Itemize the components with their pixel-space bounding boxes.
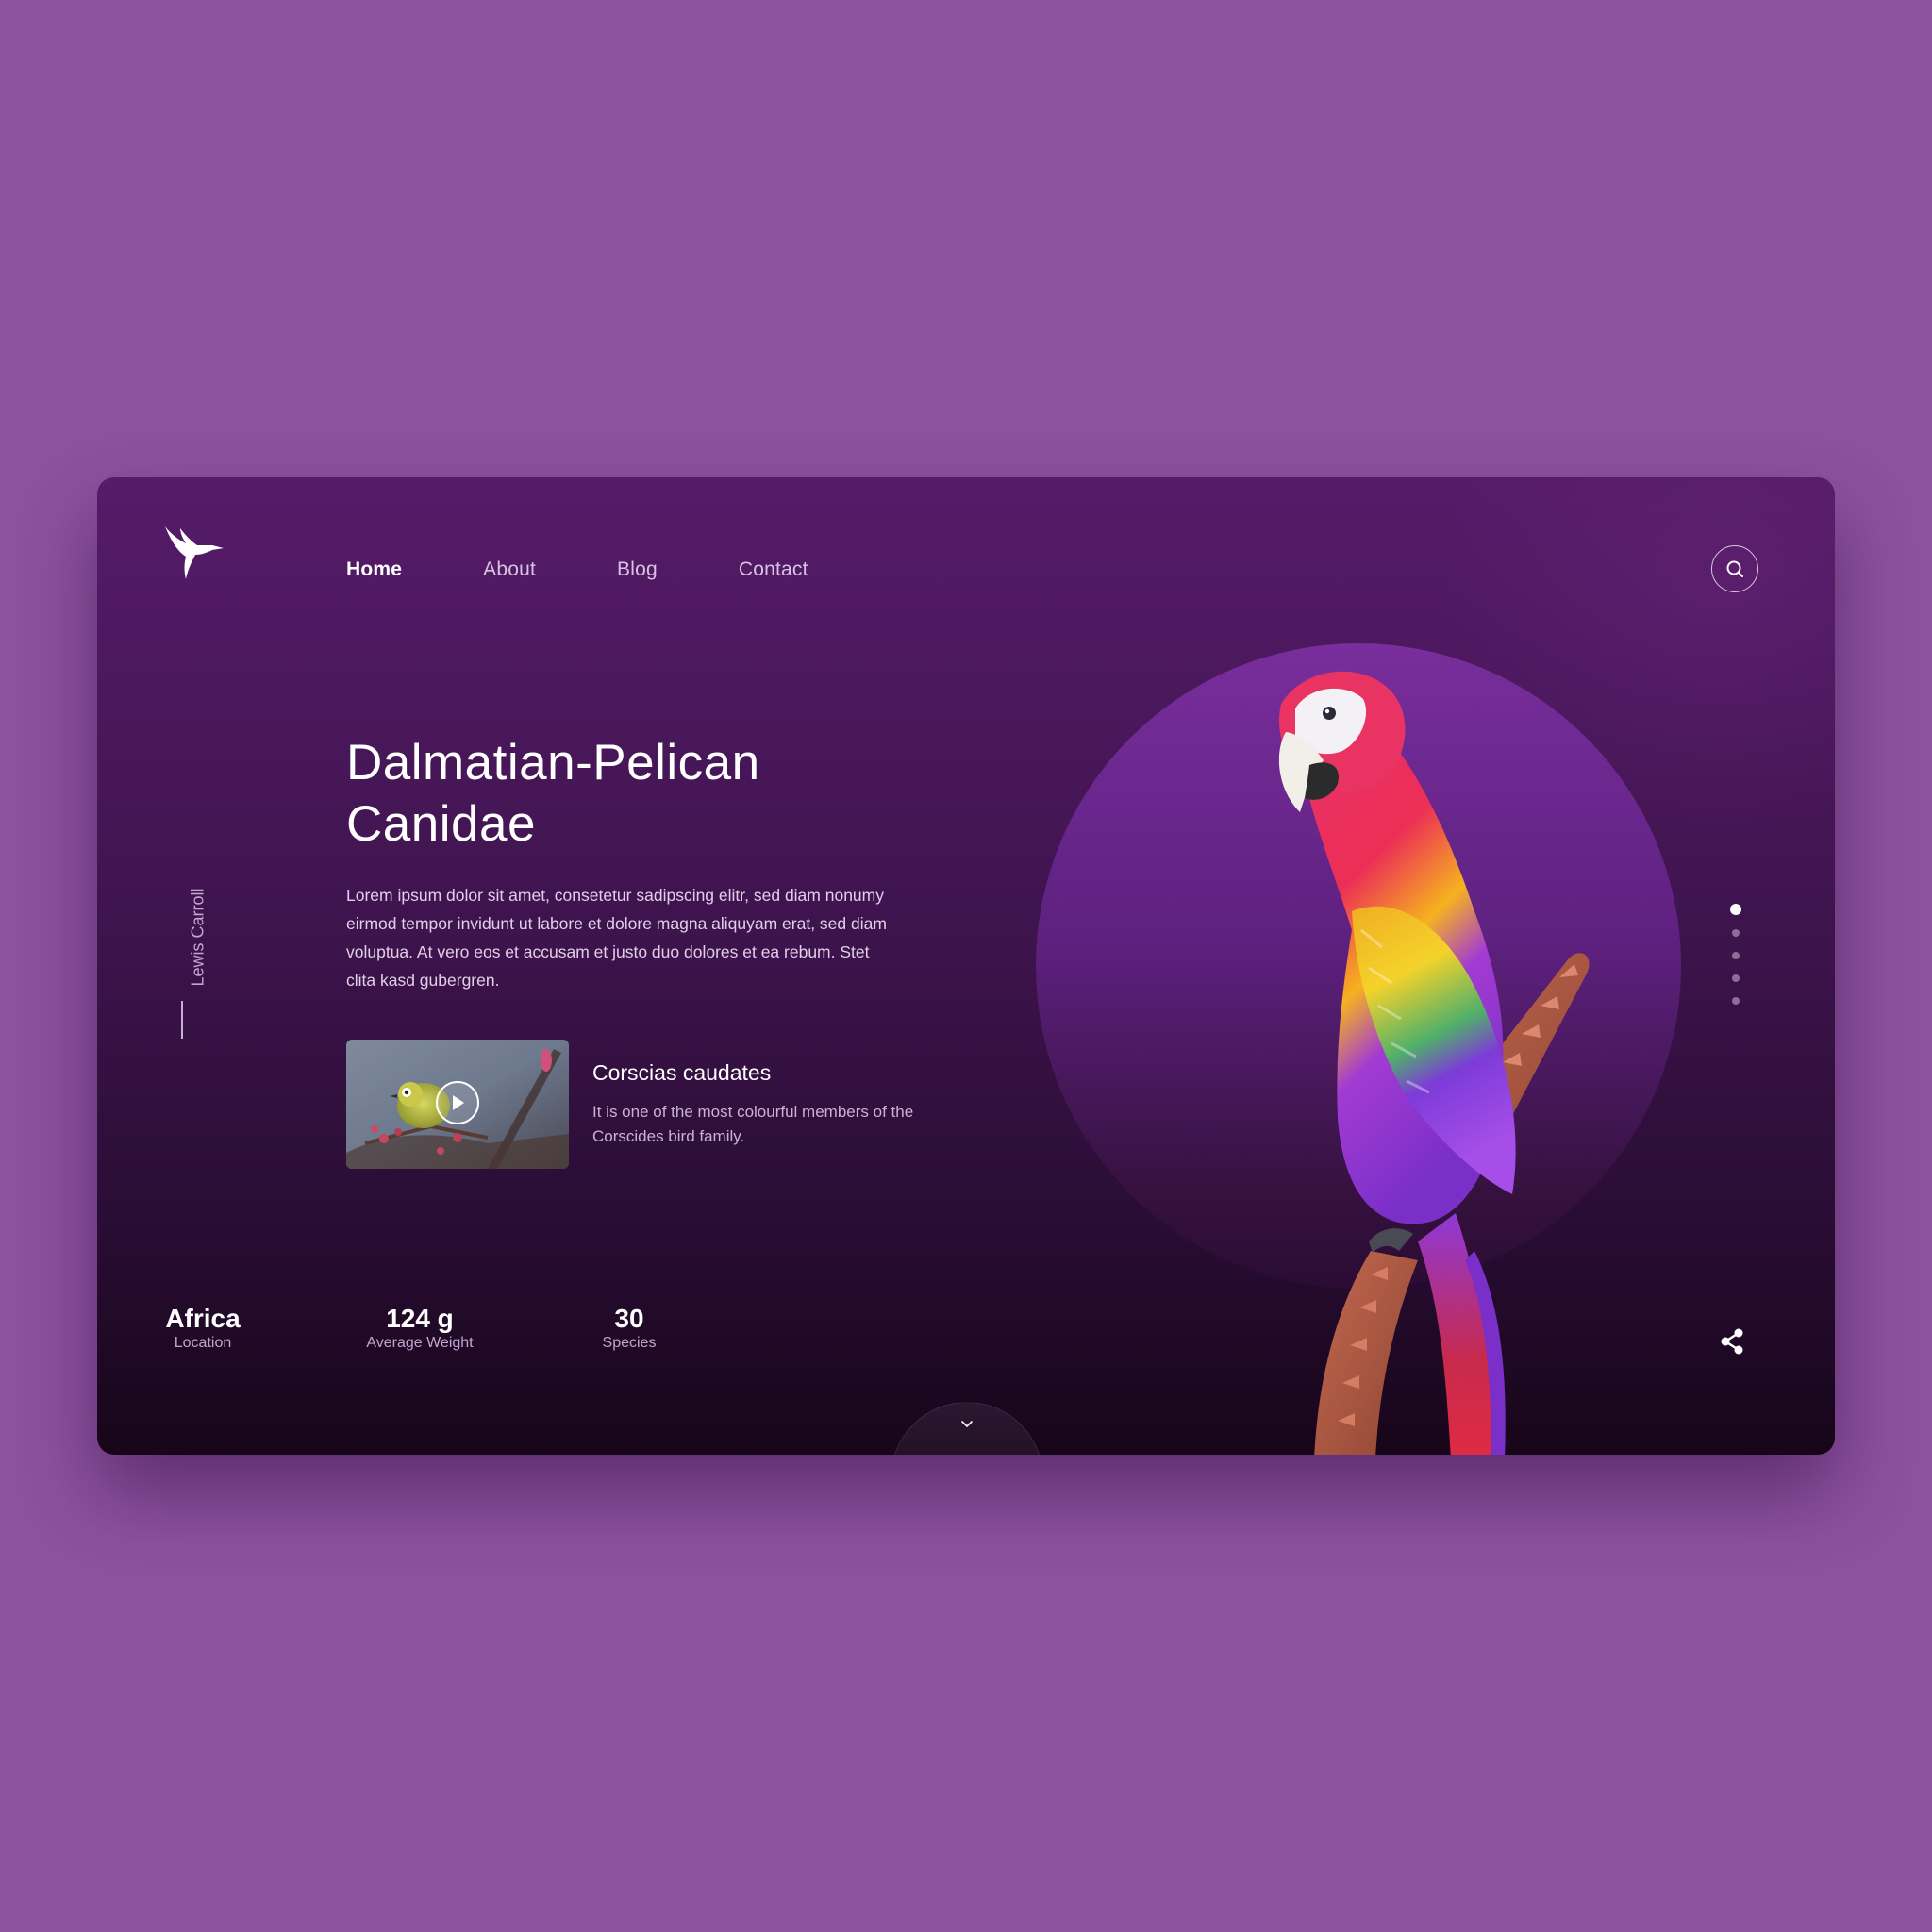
title-line-1: Dalmatian-Pelican: [346, 735, 760, 791]
author-divider: [181, 1001, 183, 1039]
share-icon: [1721, 1328, 1743, 1355]
hero-card: Home About Blog Contact Lewis Carroll Da…: [97, 477, 1835, 1455]
slider-pagination: [1729, 904, 1742, 1017]
nav-contact[interactable]: Contact: [739, 558, 808, 581]
nav-about[interactable]: About: [483, 558, 536, 581]
hummingbird-logo-icon[interactable]: [163, 525, 225, 581]
share-button[interactable]: [1720, 1328, 1744, 1355]
video-thumbnail[interactable]: [346, 1040, 569, 1169]
play-button[interactable]: [436, 1081, 479, 1124]
slider-dot-5[interactable]: [1732, 997, 1740, 1005]
play-icon: [453, 1095, 464, 1110]
stat-label: Species: [602, 1335, 657, 1351]
stat-value: Africa: [165, 1304, 241, 1333]
slider-dot-1[interactable]: [1730, 904, 1741, 915]
slider-dot-3[interactable]: [1732, 952, 1740, 959]
scroll-down-button[interactable]: [891, 1402, 1043, 1455]
title-line-2: Canidae: [346, 796, 536, 852]
slider-dot-4[interactable]: [1732, 974, 1740, 982]
stat-value: 124 g: [386, 1304, 454, 1333]
slider-dot-2[interactable]: [1732, 929, 1740, 937]
stat-location: Africa Location: [146, 1304, 259, 1353]
video-description: It is one of the most colourful members …: [592, 1103, 914, 1145]
stat-label: Average Weight: [366, 1335, 474, 1351]
main-nav: Home About Blog Contact: [346, 558, 890, 581]
stat-weight: 124 g Average Weight: [344, 1304, 495, 1353]
page-title: Dalmatian-Pelican Canidae: [346, 732, 931, 855]
hero-description: Lorem ipsum dolor sit amet, consetetur s…: [346, 886, 887, 990]
nav-home[interactable]: Home: [346, 558, 402, 581]
video-title: Corscias caudates: [592, 1060, 772, 1085]
chevron-down-icon: [961, 1421, 973, 1428]
nav-blog[interactable]: Blog: [617, 558, 658, 581]
author-name: Lewis Carroll: [188, 888, 208, 987]
stat-label: Location: [174, 1335, 232, 1351]
stat-value: 30: [614, 1304, 644, 1333]
search-icon: [1726, 560, 1743, 577]
stat-species: 30 Species: [573, 1304, 686, 1353]
author-block: Lewis Carroll: [184, 875, 212, 1092]
parrot-illustration: [1278, 671, 1590, 1455]
search-button[interactable]: [1711, 545, 1758, 592]
